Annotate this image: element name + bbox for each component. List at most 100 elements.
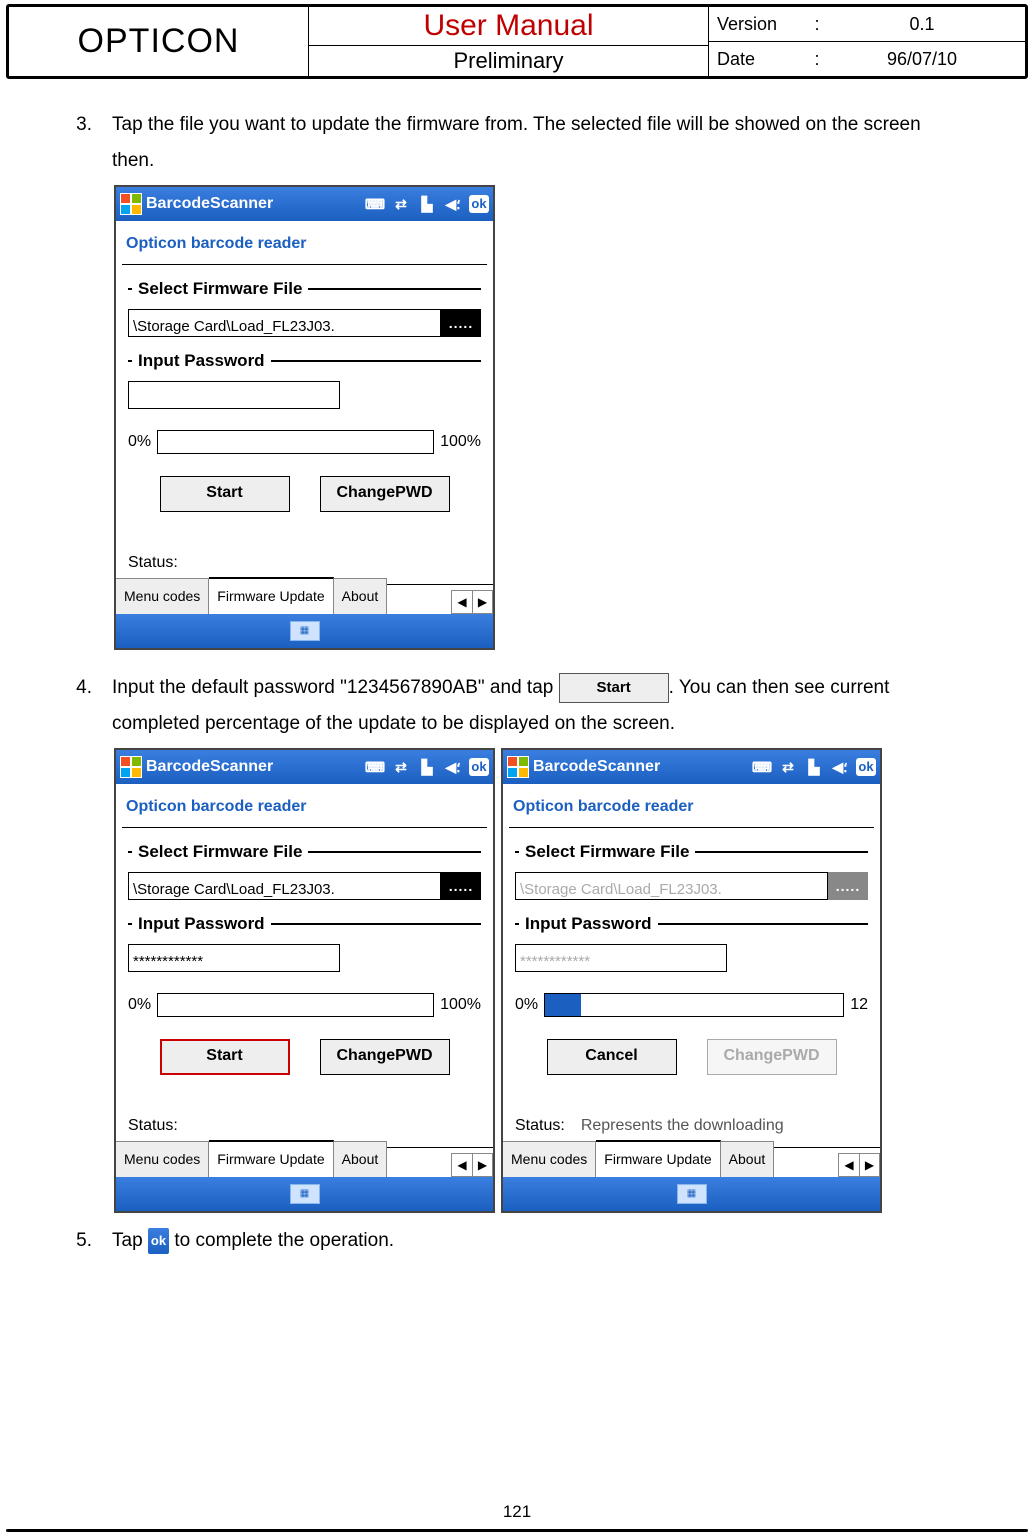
date-label: Date [717, 49, 807, 70]
colon: : [807, 14, 827, 35]
connectivity-icon: ⇄ [391, 758, 411, 776]
step-5-text: Tap ok to complete the operation. [112, 1223, 964, 1259]
progress-bar [157, 430, 434, 454]
sip-keyboard-icon[interactable]: ▦ [677, 1184, 707, 1204]
ok-button[interactable]: ok [856, 758, 876, 776]
sip-keyboard-icon[interactable]: ▦ [290, 1184, 320, 1204]
titlebar-title: BarcodeScanner [146, 752, 273, 782]
progress-0-label: 0% [515, 990, 538, 1020]
keyboard-status-icon: ⌨ [365, 195, 385, 213]
tab-scroll-left[interactable]: ◀ [452, 1154, 472, 1176]
status-label: Status: [128, 548, 178, 578]
inline-ok-icon: ok [148, 1228, 169, 1255]
progress-100-label: 100% [440, 990, 481, 1020]
firmware-file-input[interactable]: \Storage Card\Load_FL23J03. [128, 309, 441, 337]
step-5-number: 5. [70, 1223, 92, 1259]
tab-scroll-left[interactable]: ◀ [452, 591, 472, 613]
tab-menu-codes[interactable]: Menu codes [116, 578, 209, 614]
doc-subtitle: Preliminary [309, 46, 708, 76]
windows-logo-icon [120, 193, 142, 215]
tab-firmware-update[interactable]: Firmware Update [209, 1140, 333, 1177]
group-password-label: Input Password [523, 908, 654, 940]
firmware-file-input: \Storage Card\Load_FL23J03. [515, 872, 828, 900]
tab-firmware-update[interactable]: Firmware Update [209, 577, 333, 614]
tab-bar: Menu codes Firmware Update About ◀ ▶ [116, 1147, 493, 1177]
tab-about[interactable]: About [334, 578, 388, 614]
cancel-button[interactable]: Cancel [547, 1039, 677, 1075]
changepwd-button[interactable]: ChangePWD [320, 1039, 450, 1075]
password-input: ************ [515, 944, 727, 972]
firmware-file-input[interactable]: \Storage Card\Load_FL23J03. [128, 872, 441, 900]
progress-100-label: 100% [440, 427, 481, 457]
progress-0-label: 0% [128, 990, 151, 1020]
status-text: Represents the downloading [581, 1111, 784, 1141]
brand: OPTICON [9, 7, 309, 76]
connectivity-icon: ⇄ [778, 758, 798, 776]
changepwd-button[interactable]: ChangePWD [320, 476, 450, 512]
step-4-number: 4. [70, 670, 92, 742]
screenshot-b: BarcodeScanner ⌨ ⇄ ▙ ◀؛ ok Opticon barco… [114, 748, 495, 1213]
start-button[interactable]: Start [160, 476, 290, 512]
tab-menu-codes[interactable]: Menu codes [503, 1141, 596, 1177]
signal-icon: ▙ [417, 195, 437, 213]
screenshot-c: BarcodeScanner ⌨ ⇄ ▙ ◀؛ ok Opticon barco… [501, 748, 882, 1213]
keyboard-status-icon: ⌨ [365, 758, 385, 776]
volume-icon: ◀؛ [443, 195, 463, 213]
tab-scroll-right[interactable]: ▶ [859, 1154, 879, 1176]
step-3-number: 3. [70, 107, 92, 179]
browse-button: ..... [828, 872, 868, 900]
progress-bar [157, 993, 434, 1017]
tab-scroll-left[interactable]: ◀ [839, 1154, 859, 1176]
version-label: Version [717, 14, 807, 35]
windows-logo-icon [120, 756, 142, 778]
volume-icon: ◀؛ [443, 758, 463, 776]
status-label: Status: [128, 1111, 178, 1141]
titlebar-title: BarcodeScanner [533, 752, 660, 782]
group-file-label: Select Firmware File [136, 273, 304, 305]
doc-header: OPTICON User Manual Preliminary Version … [6, 4, 1028, 79]
step-3-text: Tap the file you want to update the firm… [112, 107, 964, 179]
group-file-label: Select Firmware File [523, 836, 691, 868]
browse-button[interactable]: ..... [441, 872, 481, 900]
tab-about[interactable]: About [334, 1141, 388, 1177]
colon: : [807, 49, 827, 70]
tab-bar: Menu codes Firmware Update About ◀ ▶ [503, 1147, 880, 1177]
changepwd-button: ChangePWD [707, 1039, 837, 1075]
version-value: 0.1 [827, 14, 1017, 35]
status-label: Status: [515, 1111, 565, 1141]
app-title: Opticon barcode reader [116, 784, 493, 826]
tab-about[interactable]: About [721, 1141, 775, 1177]
page-number: 121 [0, 1502, 1034, 1522]
connectivity-icon: ⇄ [391, 195, 411, 213]
progress-0-label: 0% [128, 427, 151, 457]
start-button[interactable]: Start [160, 1039, 290, 1075]
screenshot-a: BarcodeScanner ⌨ ⇄ ▙ ◀؛ ok Opticon barco… [114, 185, 495, 650]
windows-logo-icon [507, 756, 529, 778]
keyboard-status-icon: ⌨ [752, 758, 772, 776]
volume-icon: ◀؛ [830, 758, 850, 776]
signal-icon: ▙ [804, 758, 824, 776]
browse-button[interactable]: ..... [441, 309, 481, 337]
tab-scroll-right[interactable]: ▶ [472, 591, 492, 613]
password-input[interactable]: ************ [128, 944, 340, 972]
app-title: Opticon barcode reader [503, 784, 880, 826]
group-password-label: Input Password [136, 345, 267, 377]
date-value: 96/07/10 [827, 49, 1017, 70]
progress-fill [545, 994, 581, 1016]
titlebar-title: BarcodeScanner [146, 189, 273, 219]
doc-title: User Manual [309, 7, 708, 46]
password-input[interactable] [128, 381, 340, 409]
inline-start-button: Start [559, 673, 669, 703]
tab-firmware-update[interactable]: Firmware Update [596, 1140, 720, 1177]
tab-menu-codes[interactable]: Menu codes [116, 1141, 209, 1177]
tab-scroll-right[interactable]: ▶ [472, 1154, 492, 1176]
ok-button[interactable]: ok [469, 758, 489, 776]
sip-keyboard-icon[interactable]: ▦ [290, 621, 320, 641]
step-4-text: Input the default password "1234567890AB… [112, 670, 964, 742]
progress-bar [544, 993, 844, 1017]
footer-rule [6, 1529, 1028, 1532]
tab-bar: Menu codes Firmware Update About ◀ ▶ [116, 584, 493, 614]
group-file-label: Select Firmware File [136, 836, 304, 868]
ok-button[interactable]: ok [469, 195, 489, 213]
group-password-label: Input Password [136, 908, 267, 940]
